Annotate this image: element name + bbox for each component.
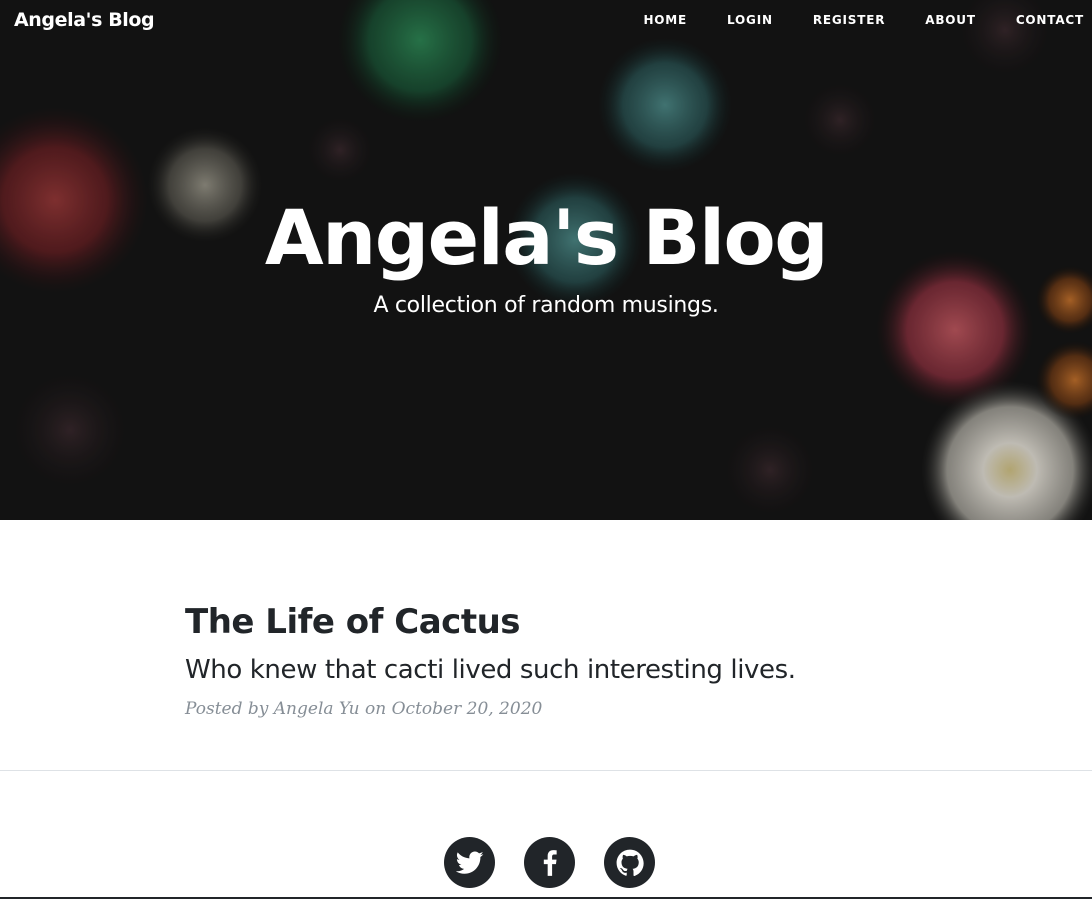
nav-links: HOME LOGIN REGISTER ABOUT CONTACT xyxy=(643,13,1084,27)
facebook-icon xyxy=(543,849,557,876)
nav-item-register: REGISTER xyxy=(813,13,885,27)
post-meta-on: on xyxy=(359,699,392,719)
github-button[interactable] xyxy=(604,837,655,888)
nav-link-home[interactable]: HOME xyxy=(643,13,687,27)
post-divider xyxy=(0,770,1092,771)
page: Angela's Blog HOME LOGIN REGISTER ABOUT … xyxy=(0,0,1092,899)
nav-link-login[interactable]: LOGIN xyxy=(727,13,773,27)
social-links xyxy=(444,837,655,888)
post-meta: Posted by Angela Yu on October 20, 2020 xyxy=(185,698,905,720)
nav-item-login: LOGIN xyxy=(727,13,773,27)
navbar-brand[interactable]: Angela's Blog xyxy=(14,9,155,31)
post-title-link[interactable]: The Life of Cactus xyxy=(185,600,905,644)
github-icon xyxy=(616,849,644,877)
navbar: Angela's Blog HOME LOGIN REGISTER ABOUT … xyxy=(0,0,1092,42)
post-preview: The Life of Cactus Who knew that cacti l… xyxy=(185,600,905,720)
nav-item-home: HOME xyxy=(643,13,687,27)
post-date: October 20, 2020 xyxy=(391,699,543,719)
nav-item-contact: CONTACT xyxy=(1016,13,1084,27)
post-meta-prefix: Posted by xyxy=(185,699,274,719)
hero-heading: Angela's Blog xyxy=(264,193,829,282)
nav-link-contact[interactable]: CONTACT xyxy=(1016,13,1084,27)
post-author-link[interactable]: Angela Yu xyxy=(274,699,360,719)
nav-link-register[interactable]: REGISTER xyxy=(813,13,885,27)
hero-header: Angela's Blog HOME LOGIN REGISTER ABOUT … xyxy=(0,0,1092,520)
nav-link-about[interactable]: ABOUT xyxy=(925,13,976,27)
post-subtitle-link[interactable]: Who knew that cacti lived such interesti… xyxy=(185,654,905,686)
twitter-icon xyxy=(455,850,484,875)
facebook-button[interactable] xyxy=(524,837,575,888)
hero-subheading: A collection of random musings. xyxy=(373,293,719,318)
twitter-button[interactable] xyxy=(444,837,495,888)
nav-item-about: ABOUT xyxy=(925,13,976,27)
